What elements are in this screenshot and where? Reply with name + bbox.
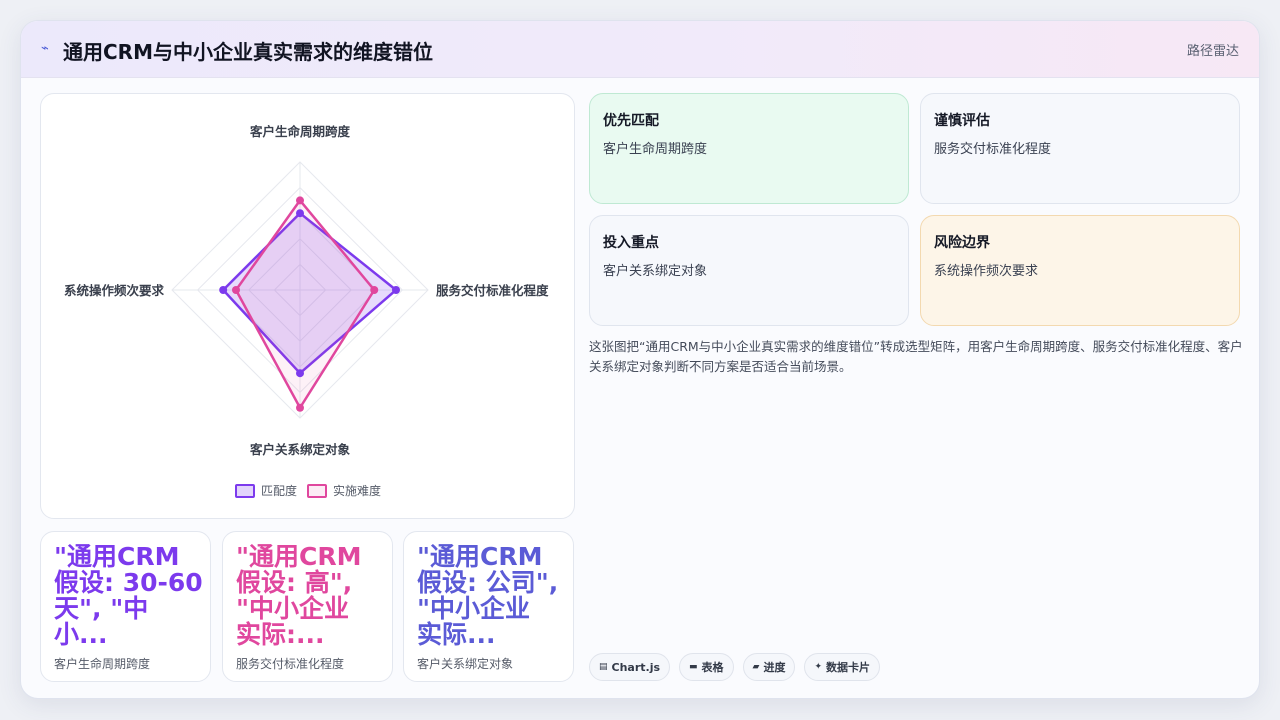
legend-label-difficulty: 实施难度 (333, 484, 382, 498)
quadrant-title: 风险边界 (934, 235, 990, 251)
quadrant-title: 优先匹配 (603, 113, 659, 129)
stat-value: "通用CRM 假设: 公司", "中小企业 实际... (417, 542, 559, 649)
stat-caption: 服务交付标准化程度 (236, 657, 345, 671)
radar-point (370, 286, 379, 294)
radar-axis-label: 服务交付标准化程度 (436, 283, 549, 298)
radar-point (392, 286, 400, 294)
stat-card-binding: "通用CRM 假设: 公司", "中小企业 实际... 客户关系绑定对象 (403, 531, 574, 682)
radar-axis-label: 客户关系绑定对象 (249, 442, 351, 457)
stat-card-lifecycle: "通用CRM 假设: 30-60 天", "中 小... 客户生命周期跨度 (40, 531, 211, 682)
radar-point (296, 369, 304, 378)
radar-point (296, 196, 304, 205)
legend-label-match: 匹配度 (261, 484, 298, 498)
quadrant-title: 投入重点 (603, 235, 659, 251)
chip-label: 进度 (763, 661, 786, 674)
quadrant-risk-boundary[interactable]: 风险边界 系统操作频次要求 (920, 215, 1240, 326)
stat-caption: 客户生命周期跨度 (54, 657, 151, 671)
quadrant-value: 客户关系绑定对象 (603, 264, 708, 279)
page-title: 通用CRM与中小企业真实需求的维度错位 (63, 40, 433, 64)
sparkle-icon: ✦ (814, 662, 823, 672)
radar-chart-card: 客户生命周期跨度服务交付标准化程度客户关系绑定对象 系统操作频次要求 匹配度 实施… (40, 93, 575, 519)
header-badge: 路径雷达 (1186, 44, 1239, 59)
radar-axis-label: 客户生命周期跨度 (249, 124, 351, 139)
main-card: ⌁ 通用CRM与中小企业真实需求的维度错位 路径雷达 客户生命周期跨度服务交付标… (20, 20, 1260, 699)
chart-icon: ▤ (599, 662, 608, 672)
chart-legend: 匹配度 实施难度 (235, 482, 391, 499)
radar-point (296, 403, 304, 412)
chip-label: 表格 (701, 661, 724, 674)
radar-chart: 客户生命周期跨度服务交付标准化程度客户关系绑定对象 系统操作频次要求 (64, 124, 549, 457)
quadrant-investment-focus[interactable]: 投入重点 客户关系绑定对象 (589, 215, 909, 326)
trend-icon: ⌁ (41, 41, 49, 56)
quadrant-careful-evaluation[interactable]: 谨慎评估 服务交付标准化程度 (920, 93, 1240, 204)
radar-point (219, 286, 228, 294)
quadrant-value: 客户生命周期跨度 (603, 142, 708, 157)
chip-table[interactable]: ▬ 表格 (679, 653, 734, 681)
description-text: 这张图把“通用CRM与中小企业真实需求的维度错位”转成选型矩阵，用客户生命周期跨… (589, 339, 1243, 374)
stat-value: "通用CRM 假设: 高", "中小企业 实际:... (236, 542, 362, 649)
stat-caption: 客户关系绑定对象 (417, 657, 514, 671)
radar-point (296, 209, 304, 218)
legend-swatch-match (235, 483, 255, 498)
chip-label: 数据卡片 (826, 661, 871, 674)
chip-label: Chart.js (611, 660, 661, 674)
legend-item-difficulty[interactable]: 实施难度 (307, 482, 381, 499)
quadrant-value: 服务交付标准化程度 (934, 142, 1052, 157)
chip-data-card[interactable]: ✦ 数据卡片 (804, 653, 881, 681)
tech-chips: ▤ Chart.js ▬ 表格 ▰ 进度 ✦ 数据卡片 (589, 653, 889, 681)
quadrant-value: 系统操作频次要求 (934, 264, 1039, 279)
chip-chartjs[interactable]: ▤ Chart.js (589, 653, 671, 681)
chip-progress[interactable]: ▰ 进度 (742, 653, 796, 681)
progress-icon: ▰ (752, 662, 760, 672)
quadrant-priority-match[interactable]: 优先匹配 客户生命周期跨度 (589, 93, 909, 204)
legend-item-match[interactable]: 匹配度 (235, 482, 297, 499)
radar-point (232, 286, 240, 294)
stat-card-standardization: "通用CRM 假设: 高", "中小企业 实际:... 服务交付标准化程度 (222, 531, 393, 682)
table-icon: ▬ (689, 662, 698, 672)
stat-value: "通用CRM 假设: 30-60 天", "中 小... (54, 542, 203, 649)
radar-axis-label: 系统操作频次要求 (64, 283, 165, 298)
quadrant-title: 谨慎评估 (934, 113, 990, 129)
header: ⌁ 通用CRM与中小企业真实需求的维度错位 路径雷达 (21, 21, 1259, 78)
legend-swatch-difficulty (307, 483, 328, 498)
